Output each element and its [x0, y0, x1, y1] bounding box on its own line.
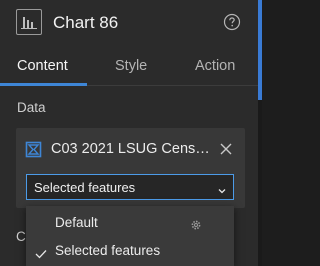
data-view-select[interactable]: Selected features [26, 174, 234, 200]
data-view-dropdown-menu: Default Selected features [26, 206, 234, 266]
scrollbar[interactable] [258, 0, 262, 266]
data-view-select-value: Selected features [34, 180, 136, 195]
gear-icon [190, 218, 202, 230]
dropdown-item-label: Default [55, 215, 98, 230]
data-source-card: C03 2021 LSUG Cens… Selected features [16, 128, 245, 208]
settings-panel: Chart 86 Content Style Action Data C03 2… [0, 0, 258, 266]
page-title: Chart 86 [53, 13, 119, 32]
tab-action[interactable]: Action [195, 58, 235, 74]
panel-header: Chart 86 [0, 0, 258, 46]
active-tab-indicator [0, 83, 87, 86]
help-icon[interactable] [223, 13, 241, 31]
scrollbar-thumb[interactable] [258, 0, 262, 100]
next-section-label: C [16, 229, 26, 244]
bar-chart-icon [16, 9, 42, 35]
chevron-down-icon [217, 183, 227, 194]
checkmark-icon [35, 246, 47, 259]
data-section-label: Data [17, 100, 46, 115]
close-icon[interactable] [219, 142, 233, 156]
tab-bar: Content Style Action [0, 50, 258, 86]
dropdown-item-selected-features[interactable]: Selected features [26, 237, 234, 265]
dataset-icon [25, 141, 42, 158]
tab-style[interactable]: Style [115, 58, 147, 74]
data-source-name: C03 2021 LSUG Cens… [51, 141, 210, 157]
dropdown-item-default[interactable]: Default [26, 209, 234, 237]
dropdown-item-label: Selected features [55, 243, 161, 258]
tab-content[interactable]: Content [17, 58, 68, 74]
